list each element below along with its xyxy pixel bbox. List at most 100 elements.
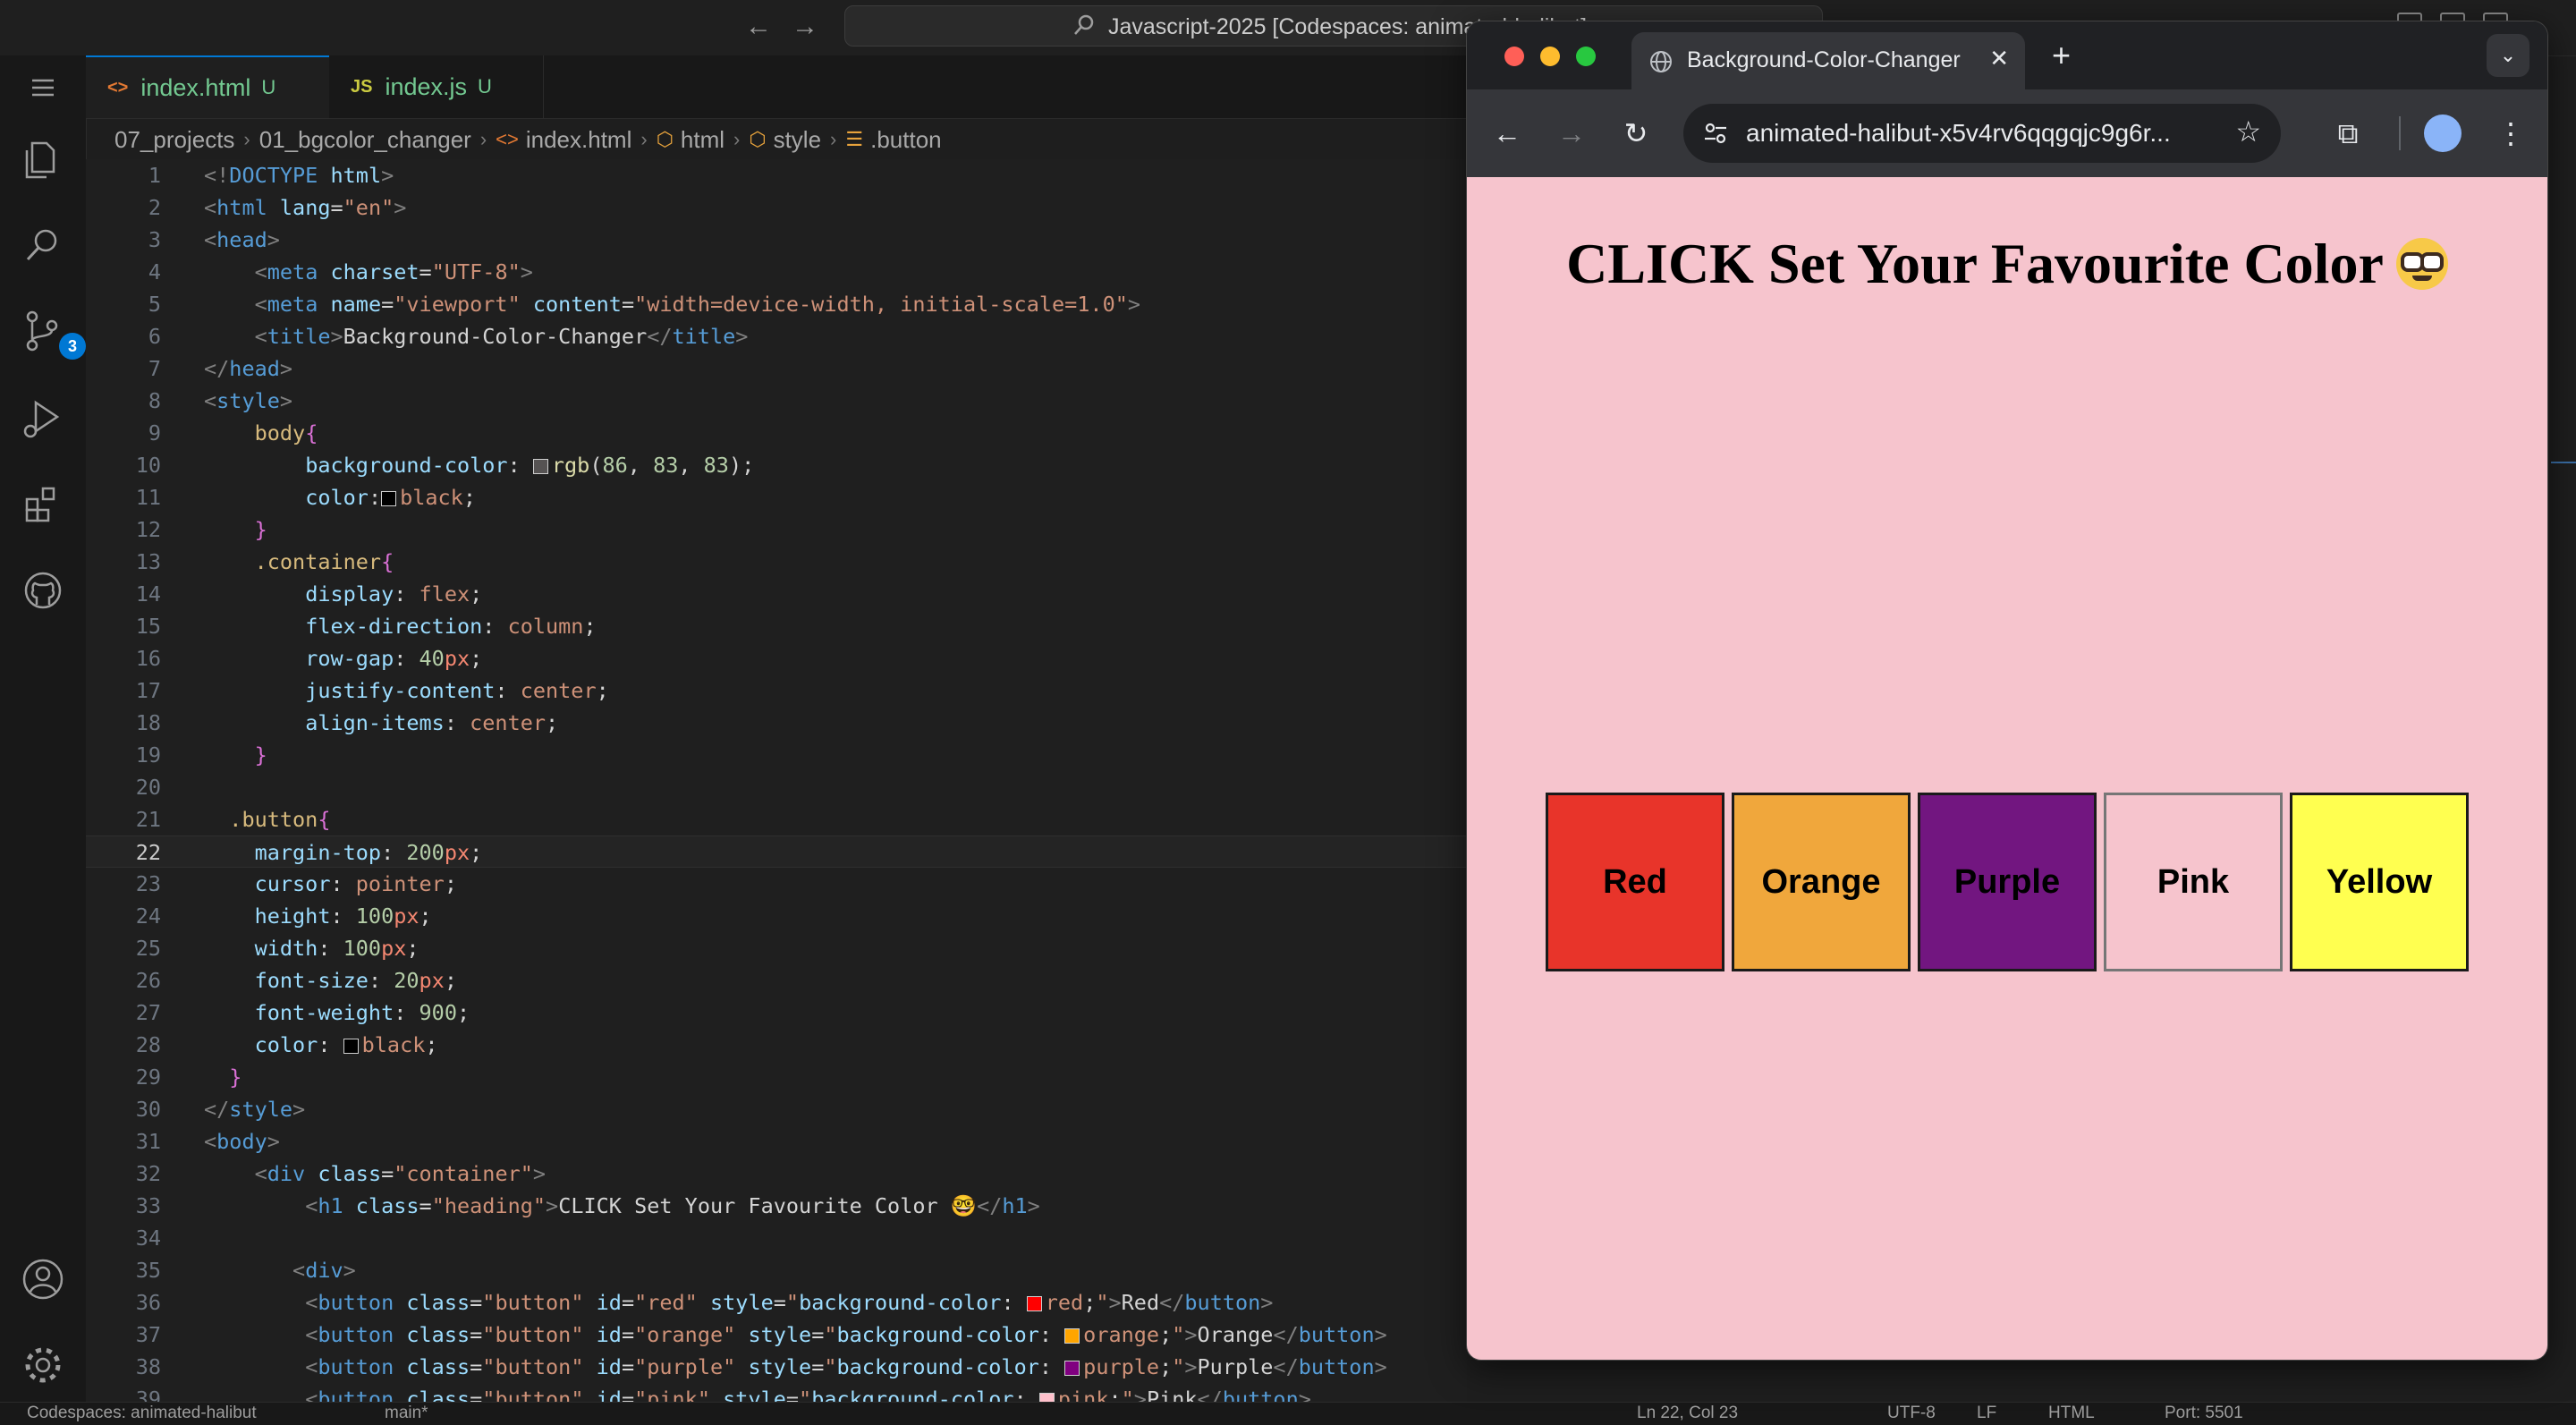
forward-arrow-icon[interactable]: → [787,9,823,45]
code-line: 14 display: flex; [135,581,483,606]
breadcrumb-item[interactable]: 07_projects [114,126,234,154]
more-menu-icon[interactable]: ⋮ [2488,111,2533,156]
source-control-icon[interactable]: 3 [20,308,86,360]
chevron-right-icon: › [479,128,487,150]
forward-icon[interactable]: → [1549,111,1594,156]
code-line: 16 row-gap: 40px; [135,646,483,671]
run-debug-icon[interactable] [20,395,66,442]
code-line: 19 } [135,742,267,768]
code-line: 2 <html lang="en"> [148,195,407,220]
breadcrumb-item[interactable]: .button [870,126,942,154]
address-bar[interactable]: animated-halibut-x5v4rv6qqgqjc9g6r... ☆ [1683,104,2281,163]
search-icon [1074,14,1094,35]
github-icon[interactable] [20,567,66,614]
class-selector-icon: ☰ [845,128,864,150]
code-line: 12 } [135,517,267,542]
code-line: 6 <title>Background-Color-Changer</title… [148,324,749,349]
cursor-position[interactable]: Ln 22, Col 23 [1637,1404,1738,1423]
yellow-button[interactable]: Yellow [2290,793,2469,971]
color-swatch[interactable] [343,1039,359,1054]
chevron-right-icon: › [830,128,837,150]
minimap-cursor-marker [2551,462,2576,463]
close-tab-icon[interactable]: ✕ [1989,45,2009,72]
breadcrumb-item[interactable]: index.html [526,126,632,154]
back-icon[interactable]: ← [1485,111,1530,156]
web-page: CLICK Set Your Favourite Color Red Orang… [1467,177,2547,1360]
code-line: 35 <div> [135,1258,356,1283]
editor-tabs: <> index.html U JS index.js U [86,55,1467,119]
code-line: 7 </head> [148,356,293,381]
port-indicator[interactable]: Port: 5501 [2165,1404,2243,1423]
color-swatch[interactable] [381,491,397,506]
tab-index-html[interactable]: <> index.html U [86,55,329,118]
extensions-icon[interactable] [20,481,66,528]
breadcrumb-item[interactable]: html [681,126,724,154]
orange-button[interactable]: Orange [1732,793,1911,971]
encoding-indicator[interactable]: UTF-8 [1887,1404,1936,1423]
breadcrumb: 07_projects › 01_bgcolor_changer › <> in… [114,122,942,157]
pink-button[interactable]: Pink [2104,793,2283,971]
settings-gear-icon[interactable] [20,1342,66,1388]
profile-avatar[interactable] [2424,115,2462,152]
code-line: 32 <div class="container"> [135,1161,547,1186]
remote-indicator[interactable]: Codespaces: animated-halibut [27,1404,257,1423]
chevron-right-icon: › [640,128,648,150]
browser-tab-title: Background-Color-Changer [1687,47,1961,72]
code-line: 24 height: 100px; [135,903,432,929]
code-line: 25 width: 100px; [135,936,419,961]
browser-window: Background-Color-Changer ✕ + ⌄ ← → ↻ ani… [1467,21,2547,1360]
color-swatch[interactable] [1064,1361,1080,1376]
chevron-down-icon[interactable]: ⌄ [2487,34,2529,77]
code-line: 21 .button{ [135,807,331,832]
branch-indicator[interactable]: main* [385,1404,428,1423]
search-icon[interactable] [20,222,66,268]
red-button[interactable]: Red [1546,793,1724,971]
code-line: 20 [135,775,161,800]
page-heading-text: CLICK Set Your Favourite Color [1566,232,2384,295]
breadcrumb-item[interactable]: style [774,126,821,154]
code-line: 36 <button class="button" id="red" style… [135,1290,1274,1315]
globe-icon [1650,51,1672,72]
js-file-icon: JS [351,76,373,97]
status-bar: Codespaces: animated-halibut main* Ln 22… [0,1402,2576,1425]
code-line: 34 [135,1226,161,1251]
code-line: 18 align-items: center; [135,710,559,735]
purple-button[interactable]: Purple [1918,793,2097,971]
code-line: 4 <meta charset="UTF-8"> [148,259,533,284]
code-line: 13 .container{ [135,549,394,574]
code-line: 5 <meta name="viewport" content="width=d… [148,292,1141,317]
code-line: 28 color: black; [135,1032,438,1057]
color-swatch[interactable] [1038,1393,1055,1402]
close-window-button[interactable] [1504,47,1524,66]
breadcrumb-item[interactable]: 01_bgcolor_changer [259,126,471,154]
back-arrow-icon[interactable]: ← [741,9,776,45]
language-indicator[interactable]: HTML [2048,1404,2095,1423]
reload-icon[interactable]: ↻ [1614,111,1658,156]
source-control-badge: 3 [59,333,86,360]
color-swatch[interactable] [532,459,548,474]
extensions-puzzle-icon[interactable]: ⧉ [2326,111,2370,156]
browser-tab-active[interactable]: Background-Color-Changer ✕ [1631,32,2025,89]
bookmark-star-icon[interactable]: ☆ [2235,115,2261,148]
color-swatch[interactable] [1026,1296,1042,1311]
explorer-icon[interactable] [20,136,66,182]
code-line: 37 <button class="button" id="orange" st… [135,1322,1387,1347]
code-editor[interactable]: 1 <!DOCTYPE html> 2 <html lang="en"> 3 <hea… [86,159,1467,1402]
menu-icon[interactable] [20,64,66,111]
page-heading: CLICK Set Your Favourite Color [1467,231,2547,297]
code-line: 17 justify-content: center; [135,678,609,703]
element-icon: ⬡ [749,128,767,150]
site-info-icon[interactable] [1703,122,1728,145]
code-line: 26 font-size: 20px; [135,968,457,993]
new-tab-icon[interactable]: + [2052,38,2071,73]
eol-indicator[interactable]: LF [1977,1404,1996,1423]
color-swatch[interactable] [1064,1328,1080,1344]
code-line: 8 <style> [148,388,293,413]
nerd-face-emoji-icon [2395,238,2448,290]
accounts-icon[interactable] [20,1256,66,1302]
tab-index-js[interactable]: JS index.js U [329,55,544,118]
tab-label: index.js [385,72,468,100]
minimize-window-button[interactable] [1540,47,1560,66]
code-line: 29 } [135,1065,242,1090]
zoom-window-button[interactable] [1576,47,1596,66]
